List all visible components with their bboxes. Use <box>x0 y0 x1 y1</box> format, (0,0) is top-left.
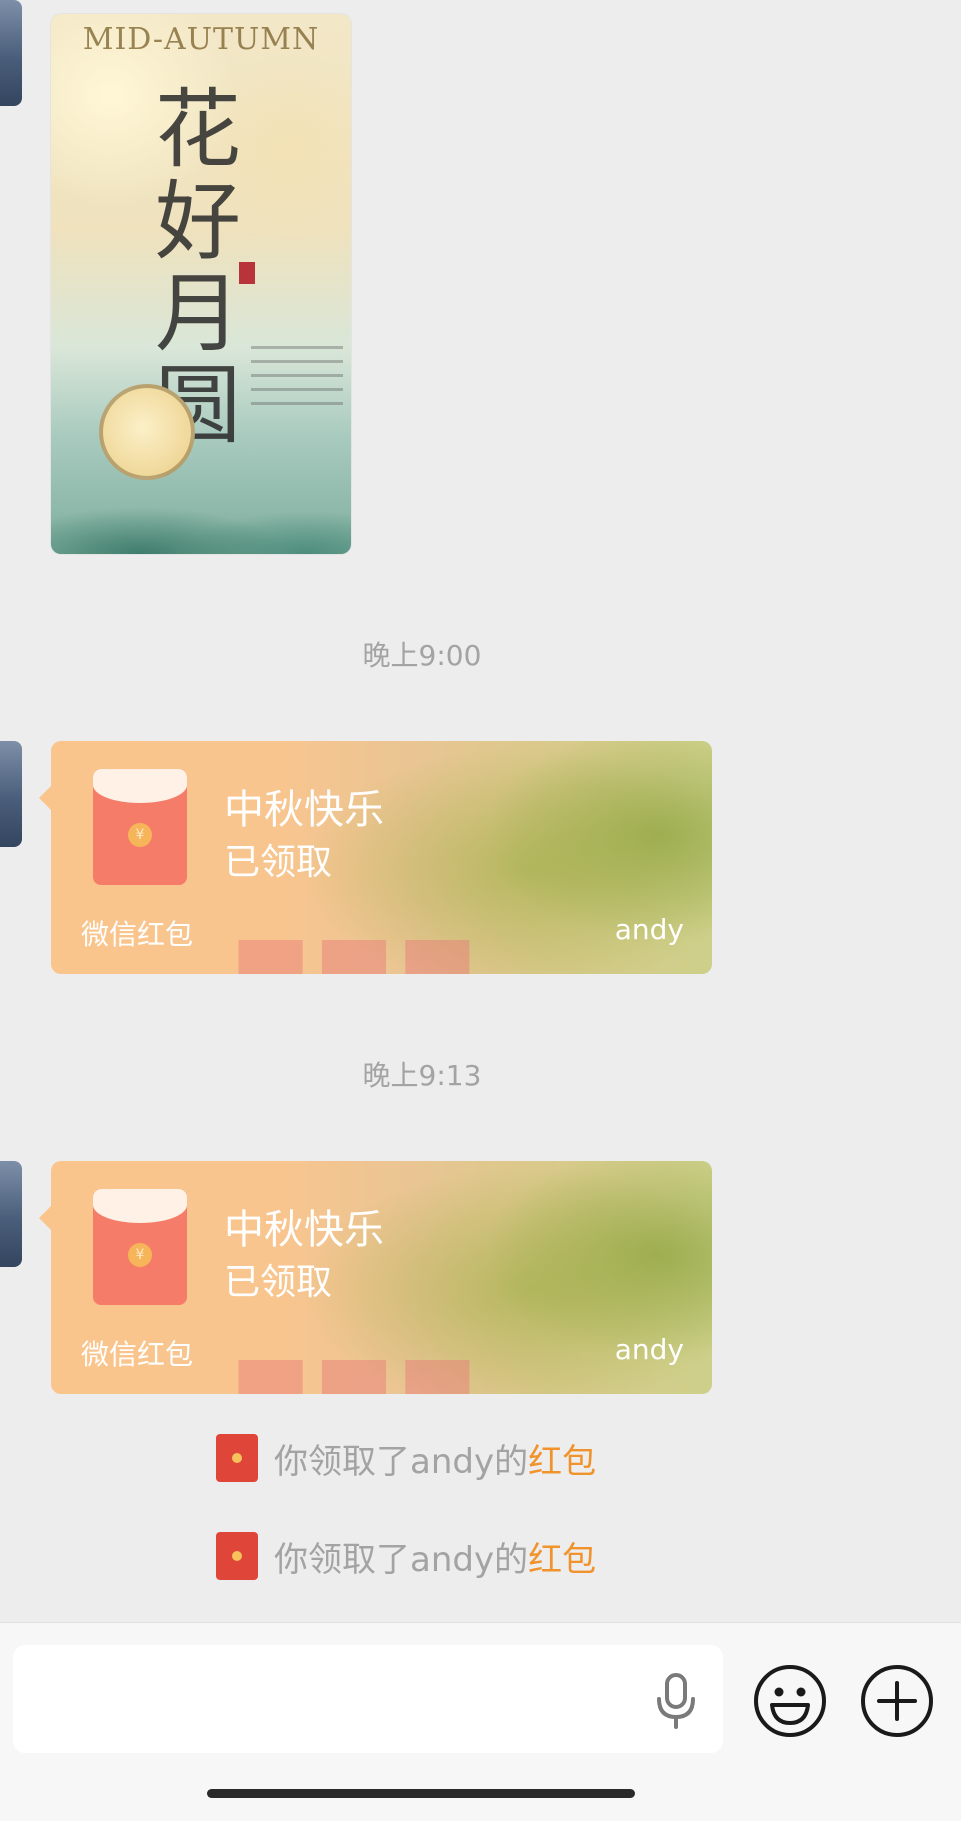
red-packet-notice-icon <box>216 1434 258 1482</box>
red-packet-cover-watermark: ■■■ <box>231 916 482 974</box>
red-packet-brand: 微信红包 <box>81 1338 194 1371</box>
red-packet-icon: ¥ <box>93 769 187 885</box>
red-packet-brand: 微信红包 <box>81 918 194 951</box>
message-timestamp: 晚上9:00 <box>362 639 482 672</box>
poster-heading: MID-AUTUMN <box>82 22 320 57</box>
image-message-mid-autumn-poster[interactable]: MID-AUTUMN 花好月圆 <box>51 14 351 554</box>
contact-avatar[interactable] <box>0 1161 22 1267</box>
message-timestamp: 晚上9:13 <box>362 1059 482 1092</box>
emoji-icon[interactable] <box>752 1663 828 1739</box>
red-packet-title: 中秋快乐 <box>224 787 384 833</box>
chat-input-bar <box>0 1622 961 1821</box>
red-packet-cover-watermark: ■■■ <box>231 1336 482 1394</box>
red-packet-title: 中秋快乐 <box>224 1207 384 1253</box>
red-packet-sender: andy <box>614 1333 684 1366</box>
red-packet-message[interactable]: ■■■ ¥ 中秋快乐 已领取 微信红包 andy <box>39 1161 712 1394</box>
red-packet-message[interactable]: ■■■ ¥ 中秋快乐 已领取 微信红包 andy <box>39 741 712 974</box>
message-input[interactable] <box>13 1645 723 1753</box>
notice-red-packet-link[interactable]: 红包 <box>528 1532 596 1581</box>
red-packet-sender: andy <box>614 913 684 946</box>
plus-icon[interactable] <box>859 1663 935 1739</box>
red-packet-status: 已领取 <box>224 842 333 883</box>
contact-avatar[interactable] <box>0 0 22 106</box>
contact-avatar[interactable] <box>0 741 22 847</box>
home-indicator <box>207 1789 635 1798</box>
poster-decorative-text <box>251 346 343 406</box>
system-notice: 你领取了andy的 红包 <box>216 1434 596 1482</box>
red-packet-notice-icon <box>216 1532 258 1580</box>
notice-red-packet-link[interactable]: 红包 <box>528 1434 596 1483</box>
red-packet-icon: ¥ <box>93 1189 187 1305</box>
microphone-icon[interactable] <box>651 1671 701 1731</box>
red-packet-status: 已领取 <box>224 1262 333 1303</box>
poster-seal <box>239 262 255 284</box>
notice-text: 你领取了andy的 <box>274 1441 529 1482</box>
system-notice: 你领取了andy的 红包 <box>216 1532 596 1580</box>
poster-mountains <box>51 444 351 554</box>
notice-text: 你领取了andy的 <box>274 1539 529 1580</box>
